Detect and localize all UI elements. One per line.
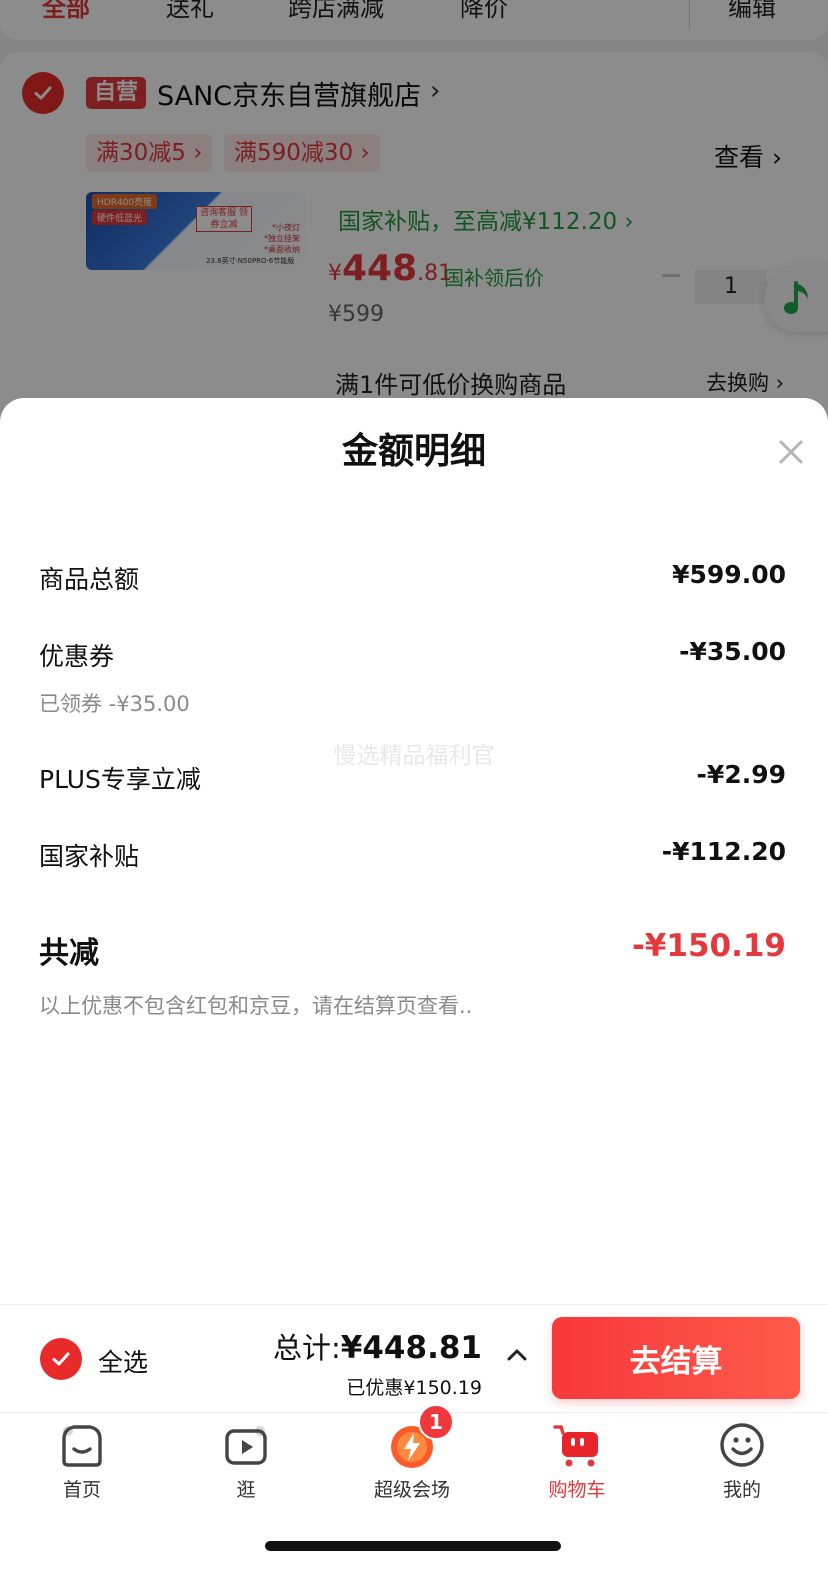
tab-super-venue[interactable]: 超级会场 <box>352 1421 472 1502</box>
cart-icon <box>553 1421 601 1469</box>
tab-profile-label: 我的 <box>722 1479 761 1501</box>
coupon-detail: 已领券 -¥35.00 <box>39 692 190 716</box>
tab-super-venue-label: 超级会场 <box>373 1479 450 1501</box>
select-all-checkbox[interactable] <box>40 1338 82 1380</box>
coupon-value: -¥35.00 <box>679 637 786 666</box>
notification-badge: 1 <box>418 1404 454 1440</box>
sheet-title: 金额明细 <box>341 431 486 472</box>
coupon-label: 优惠券 <box>39 642 115 671</box>
total-discount-label: 共减 <box>39 936 99 971</box>
home-indicator[interactable] <box>265 1541 561 1551</box>
close-icon[interactable] <box>775 436 807 468</box>
profile-smile-icon <box>718 1421 766 1469</box>
checkmark-icon <box>52 1352 70 1366</box>
select-all-label[interactable]: 全选 <box>98 1343 148 1379</box>
national-subsidy-label: 国家补贴 <box>39 842 140 871</box>
tab-cart-label: 购物车 <box>548 1479 606 1501</box>
national-subsidy-value: -¥112.20 <box>661 837 786 866</box>
discount-note: 以上优惠不包含红包和京豆，请在结算页查看.. <box>39 994 473 1018</box>
plus-discount-label: PLUS专享立减 <box>39 765 201 794</box>
home-icon <box>58 1421 106 1469</box>
goods-total-label: 商品总额 <box>39 565 140 594</box>
total-discount-value: -¥150.19 <box>631 928 786 964</box>
chevron-up-icon[interactable] <box>505 1345 529 1365</box>
tab-browse-label: 逛 <box>236 1479 256 1501</box>
total-amount: ¥448.81 <box>340 1330 482 1366</box>
goods-total-value: ¥599.00 <box>672 560 786 589</box>
saved-amount: 已优惠¥150.19 <box>346 1377 482 1399</box>
total-price: 总计:¥448.81 <box>273 1325 482 1367</box>
checkout-button[interactable]: 去结算 <box>552 1317 800 1399</box>
total-label: 总计: <box>273 1331 341 1365</box>
tab-profile[interactable]: 我的 <box>682 1421 802 1502</box>
tab-home[interactable]: 首页 <box>22 1421 142 1502</box>
tab-browse[interactable]: 逛 <box>186 1421 306 1502</box>
tab-home-label: 首页 <box>62 1479 101 1501</box>
tab-cart[interactable]: 购物车 <box>517 1421 637 1502</box>
checkout-bar: 全选 总计:¥448.81 已优惠¥150.19 去结算 <box>0 1304 828 1412</box>
amount-detail-sheet: 金额明细 商品总额 ¥599.00 优惠券 -¥35.00 已领券 -¥35.0… <box>0 398 828 1304</box>
plus-discount-value: -¥2.99 <box>696 760 786 789</box>
video-play-icon <box>222 1421 270 1469</box>
